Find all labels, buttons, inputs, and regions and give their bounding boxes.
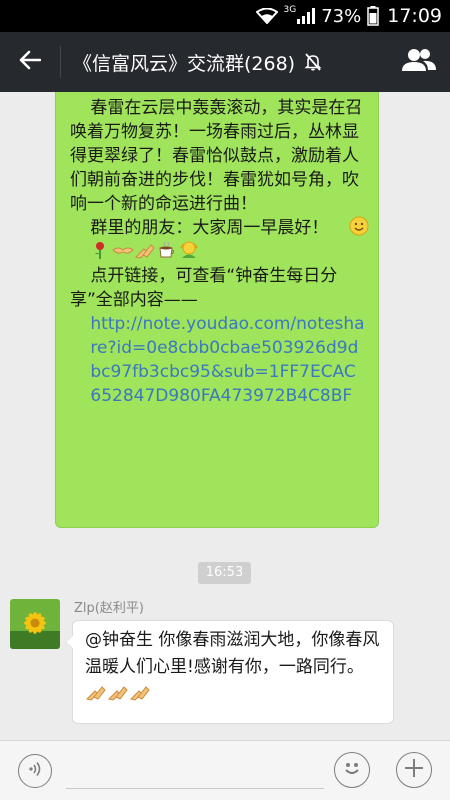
smile-emoji-icon bbox=[328, 216, 369, 236]
battery-icon bbox=[367, 6, 379, 26]
battery-percent: 73% bbox=[321, 5, 362, 27]
wifi-icon bbox=[255, 8, 278, 24]
message-input[interactable] bbox=[66, 751, 324, 789]
network-type: 3G bbox=[283, 5, 297, 15]
avatar[interactable] bbox=[10, 599, 60, 649]
status-bar: 3G 73% 17:09 bbox=[0, 0, 450, 32]
people-icon bbox=[402, 48, 436, 76]
group-name: 《信富风云》交流群(268) bbox=[73, 52, 296, 75]
back-button[interactable] bbox=[0, 32, 60, 92]
folded-hands-emoji-icon bbox=[107, 682, 129, 702]
incoming-message-text: @钟奋生 你像春雨滋润大地，你像春风温暖人们心里!感谢有你，一路同行。 bbox=[85, 630, 380, 677]
more-functions-button[interactable] bbox=[396, 752, 432, 788]
folded-hands-emoji-icon bbox=[114, 240, 156, 260]
outgoing-message-bubble[interactable]: 春雷在云层中轰轰滚动，其实是在召唤着万物复苏！一场春雨过后，丛林显得更翠绿了！春… bbox=[55, 92, 379, 528]
coffee-emoji-icon bbox=[136, 240, 175, 260]
input-bar bbox=[0, 740, 450, 800]
chat-title[interactable]: 《信富风云》交流群(268) bbox=[73, 49, 323, 76]
handshake-emoji-icon bbox=[92, 240, 135, 260]
rose-emoji-icon bbox=[70, 240, 105, 260]
emoji-button[interactable] bbox=[334, 752, 370, 788]
clock: 17:09 bbox=[387, 5, 442, 27]
incoming-message-bubble[interactable]: @钟奋生 你像春雨滋润大地，你像春风温暖人们心里!感谢有你，一路同行。 bbox=[65, 620, 394, 724]
voice-input-button[interactable] bbox=[18, 754, 52, 788]
folded-hands-emoji-icon bbox=[129, 682, 151, 702]
greeting-text: 群里的朋友：大家周一早晨好！ bbox=[90, 218, 329, 238]
signal-icon: 3G bbox=[283, 5, 316, 24]
sender-name: Zlp(赵利平) bbox=[74, 601, 144, 616]
message-paragraph-3: 点开链接，可查看“钟奋生每日分享”全部内容—— bbox=[70, 266, 338, 310]
back-arrow-icon bbox=[19, 50, 42, 74]
chat-header: 《信富风云》交流群(268) bbox=[0, 32, 450, 92]
message-paragraph-1: 春雷在云层中轰轰滚动，其实是在召唤着万物复苏！一场春雨过后，丛林显得更翠绿了！春… bbox=[70, 98, 363, 214]
note-share-link[interactable]: http://note.youdao.com/noteshare?id=0e8c… bbox=[70, 312, 366, 408]
plus-icon bbox=[403, 757, 425, 783]
folded-hands-emoji-icon bbox=[85, 682, 107, 702]
group-members-button[interactable] bbox=[402, 46, 436, 78]
mute-bell-icon bbox=[303, 52, 323, 72]
header-divider bbox=[60, 46, 61, 78]
smiley-icon bbox=[339, 755, 365, 785]
cheer-emoji-icon bbox=[158, 240, 199, 260]
message-timestamp: 16:53 bbox=[198, 562, 251, 584]
voice-icon bbox=[26, 760, 44, 782]
message-paragraph-2: 群里的朋友：大家周一早晨好！ bbox=[70, 216, 369, 264]
chat-list[interactable]: 春雷在云层中轰轰滚动，其实是在召唤着万物复苏！一场春雨过后，丛林显得更翠绿了！春… bbox=[0, 92, 450, 740]
